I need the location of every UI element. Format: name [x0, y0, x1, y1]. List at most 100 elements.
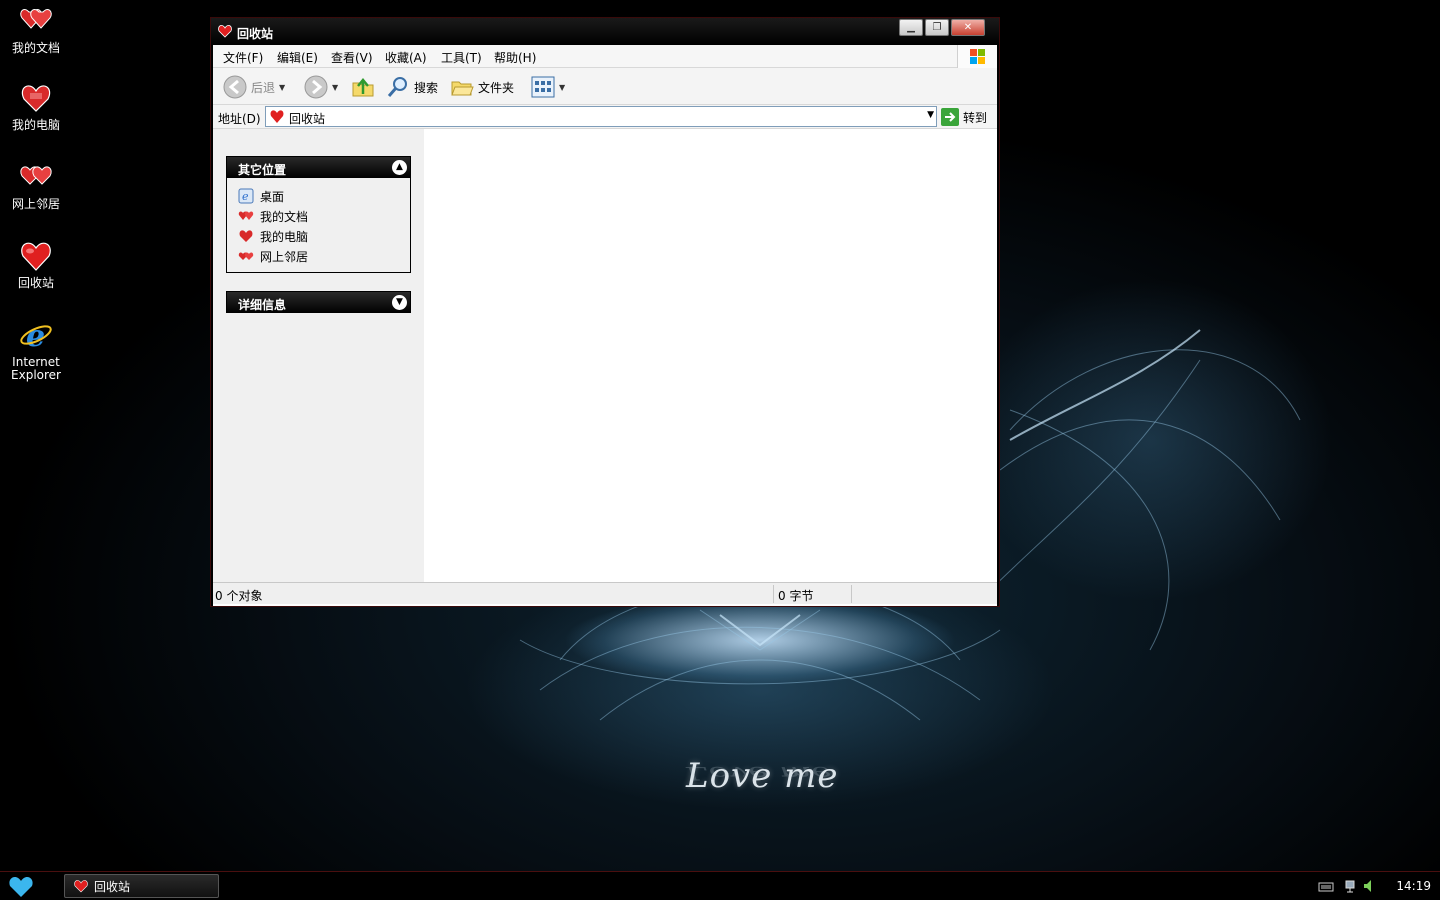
folders-button[interactable]: 文件夹: [450, 74, 514, 100]
window-titlebar[interactable]: 回收站 ▁ ❐ ✕: [211, 18, 999, 45]
standard-toolbar: 后退 ▼ ▼ 搜索 文件夹 ▼: [213, 68, 997, 105]
svg-text:e: e: [26, 319, 45, 352]
desktop-icon-label: Internet Explorer: [11, 355, 61, 382]
forward-button[interactable]: ▼: [304, 74, 338, 100]
search-button[interactable]: 搜索: [386, 74, 438, 100]
internet-explorer-icon: e: [20, 319, 52, 352]
maximize-icon: ❐: [932, 22, 942, 33]
details-title: 详细信息: [238, 298, 287, 312]
window-title: 回收站: [237, 27, 274, 41]
forward-arrow-icon: [304, 75, 328, 99]
menu-help[interactable]: 帮助(H): [494, 49, 536, 66]
windows-logo-icon: [957, 45, 997, 68]
desktop-icon-recycle-bin[interactable]: 回收站: [0, 239, 72, 290]
back-dropdown-icon[interactable]: ▼: [279, 83, 285, 92]
search-label: 搜索: [414, 80, 439, 95]
taskbar-button-recycle-bin[interactable]: 回收站: [64, 874, 219, 898]
address-bar: 地址(D) 回收站 ▼ 转到: [213, 105, 997, 129]
go-button[interactable]: 转到: [941, 107, 987, 127]
menu-file[interactable]: 文件(F): [223, 49, 263, 66]
heart-recycle-bin-icon: [218, 25, 232, 38]
back-label: 后退: [251, 80, 276, 95]
views-dropdown-icon[interactable]: ▼: [559, 83, 565, 92]
go-label: 转到: [963, 110, 988, 125]
desktop-icon-label: 我的文档: [11, 41, 60, 55]
place-label: 桌面: [260, 189, 285, 204]
place-network-places[interactable]: 网上邻居: [238, 246, 410, 266]
place-my-documents[interactable]: 我的文档: [238, 206, 410, 226]
desktop-icon-label: 我的电脑: [11, 118, 60, 132]
hearts-documents-icon: [238, 211, 254, 220]
other-places-panel: 其它位置 ▲ e 桌面 我的文档 我的电脑 网上邻居: [226, 156, 411, 273]
close-icon: ✕: [963, 22, 973, 33]
status-divider: [851, 585, 852, 603]
maximize-button[interactable]: ❐: [925, 19, 949, 36]
svg-text:e: e: [242, 190, 249, 203]
heart-recycle-bin-icon: [270, 110, 284, 123]
minimize-button[interactable]: ▁: [899, 19, 923, 36]
window-client-area: 文件(F) 编辑(E) 查看(V) 收藏(A) 工具(T) 帮助(H) 后退 ▼…: [213, 45, 997, 606]
back-button[interactable]: 后退 ▼: [223, 74, 285, 100]
views-grid-icon: [531, 76, 555, 98]
close-button[interactable]: ✕: [951, 19, 985, 36]
menu-bar: 文件(F) 编辑(E) 查看(V) 收藏(A) 工具(T) 帮助(H): [213, 45, 997, 68]
wallpaper-love-reflection: Love me: [686, 762, 832, 784]
heart-computer-icon: [239, 230, 253, 242]
menu-tools[interactable]: 工具(T): [441, 49, 482, 66]
status-divider: [773, 585, 774, 603]
menu-edit[interactable]: 编辑(E): [277, 49, 318, 66]
hearts-network-icon: [20, 166, 52, 185]
volume-icon[interactable]: [1362, 878, 1376, 894]
menu-view[interactable]: 查看(V): [331, 49, 373, 66]
menu-favorites[interactable]: 收藏(A): [385, 49, 427, 66]
desktop-icon-label: 回收站: [17, 276, 54, 290]
desktop-icon: e: [238, 188, 254, 204]
heart-recycle-bin-icon: [21, 242, 51, 271]
forward-dropdown-icon[interactable]: ▼: [332, 83, 338, 92]
taskbar: 回收站 14:19: [0, 871, 1440, 900]
address-value: 回收站: [289, 112, 326, 126]
desktop-icon-internet-explorer[interactable]: e Internet Explorer: [0, 318, 72, 382]
recycle-bin-window: 回收站 ▁ ❐ ✕ 文件(F) 编辑(E) 查看(V) 收藏(A) 工具(T) …: [210, 17, 1000, 607]
desktop-icon-my-computer[interactable]: 我的电脑: [0, 81, 72, 132]
network-tray-icon[interactable]: [1344, 878, 1362, 894]
address-label: 地址(D): [218, 112, 261, 126]
go-arrow-icon: [941, 108, 959, 126]
clock[interactable]: 14:19: [1396, 879, 1431, 893]
collapse-chevron-icon[interactable]: ▲: [392, 160, 407, 175]
desktop-icon-network-places[interactable]: 网上邻居: [0, 160, 72, 211]
keyboard-icon[interactable]: [1318, 880, 1334, 892]
place-label: 我的文档: [260, 209, 309, 224]
hearts-network-icon: [238, 252, 254, 260]
views-button[interactable]: ▼: [531, 74, 565, 100]
file-list-area[interactable]: [424, 129, 997, 582]
search-icon: [387, 77, 407, 97]
taskbar-button-label: 回收站: [94, 879, 131, 894]
task-pane: 其它位置 ▲ e 桌面 我的文档 我的电脑 网上邻居 详细信息 ▼: [213, 129, 424, 582]
details-header[interactable]: 详细信息 ▼: [227, 292, 410, 313]
place-label: 网上邻居: [260, 249, 309, 264]
status-bar: 0 个对象 0 字节: [213, 582, 997, 604]
expand-chevron-icon[interactable]: ▼: [392, 295, 407, 310]
heart-recycle-bin-icon: [74, 880, 88, 893]
folders-icon: [451, 81, 474, 96]
place-desktop[interactable]: e 桌面: [238, 186, 410, 206]
desktop-icon-label: 网上邻居: [11, 197, 60, 211]
minimize-icon: ▁: [907, 22, 915, 33]
other-places-title: 其它位置: [238, 163, 287, 177]
address-dropdown-icon[interactable]: ▼: [927, 110, 934, 120]
up-folder-button[interactable]: [351, 74, 375, 100]
address-input[interactable]: 回收站 ▼: [265, 106, 937, 127]
place-my-computer[interactable]: 我的电脑: [238, 226, 410, 246]
status-object-count: 0 个对象: [215, 589, 263, 603]
back-arrow-icon: [223, 75, 247, 99]
place-label: 我的电脑: [260, 229, 309, 244]
desktop-icon-my-documents[interactable]: 我的文档: [0, 4, 72, 55]
status-size: 0 字节: [778, 589, 814, 603]
system-tray: 14:19: [1310, 872, 1440, 900]
up-folder-icon: [352, 78, 374, 97]
details-panel: 详细信息 ▼: [226, 291, 411, 313]
folders-label: 文件夹: [478, 80, 515, 95]
other-places-header[interactable]: 其它位置 ▲: [227, 157, 410, 178]
start-heart-icon[interactable]: [7, 875, 35, 899]
